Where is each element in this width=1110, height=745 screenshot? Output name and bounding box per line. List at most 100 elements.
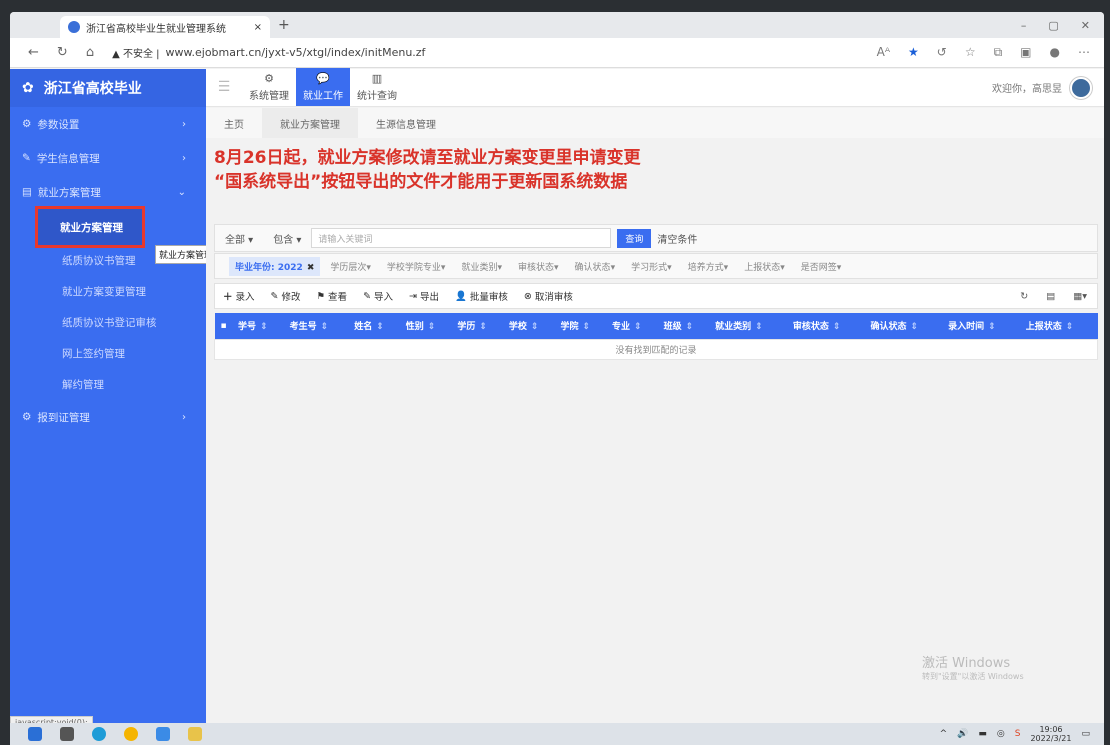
read-aloud-icon[interactable]: Aᴬ <box>877 45 890 60</box>
batch-review-button[interactable]: 👤 批量审核 <box>447 289 516 304</box>
column-header[interactable]: 审核状态 ⇕ <box>786 313 865 339</box>
filter-employment-type[interactable]: 就业类别▾ <box>461 260 502 273</box>
filter-education-level[interactable]: 学历层次▾ <box>330 260 371 273</box>
match-mode-dropdown[interactable]: 包含 ▾ <box>263 231 311 246</box>
filter-online-sign[interactable]: 是否网签▾ <box>801 260 842 273</box>
graduation-year-chip[interactable]: 毕业年份: 2022 ✖ <box>229 256 321 276</box>
column-header[interactable]: 性别 ⇕ <box>399 313 452 339</box>
sidebar: ✿ 浙江省高校毕业 ⚙ 参数设置 › ✎ 学生信息管理 › ▤ 就业方案管理 ⌄… <box>10 69 206 729</box>
collections-icon[interactable]: ⧉ <box>994 45 1003 60</box>
folder-icon[interactable] <box>188 727 202 741</box>
maximize-icon[interactable]: ▢ <box>1048 19 1058 32</box>
tray-chevron-icon[interactable]: ^ <box>940 729 948 739</box>
column-header[interactable]: 姓名 ⇕ <box>348 313 400 339</box>
sidebar-subitem-employment-plan[interactable]: 就业方案管理 <box>35 206 145 248</box>
column-header[interactable]: 专业 ⇕ <box>606 313 658 339</box>
tab-source-info[interactable]: 生源信息管理 <box>358 108 454 138</box>
filter-school-major[interactable]: 学校学院专业▾ <box>387 260 446 273</box>
volume-icon[interactable]: 🔊 <box>957 729 968 739</box>
remove-chip-icon[interactable]: ✖ <box>307 263 315 273</box>
topnav-system[interactable]: ⚙ 系统管理 <box>242 68 296 106</box>
security-warning[interactable]: ▲ 不安全 | <box>112 45 159 60</box>
search-input[interactable]: 请输入关键词 <box>311 228 612 248</box>
favorites-icon[interactable]: ☆ <box>965 45 976 60</box>
export-button[interactable]: ⇥ 导出 <box>401 289 447 304</box>
refresh-table-icon[interactable]: ↻ <box>1020 291 1028 302</box>
import-button[interactable]: ✎ 导入 <box>355 289 401 304</box>
scope-dropdown[interactable]: 全部 ▾ <box>215 231 263 246</box>
settings-icon[interactable] <box>60 727 74 741</box>
welcome-text: 欢迎你，高思昱 <box>992 84 1062 95</box>
refresh-page-icon[interactable]: ↺ <box>937 45 947 60</box>
clear-conditions-button[interactable]: 清空条件 <box>657 231 697 246</box>
empty-message: 没有找到匹配的记录 <box>214 338 1098 360</box>
favorite-star-icon[interactable]: ★ <box>908 45 919 60</box>
start-icon[interactable] <box>28 727 42 741</box>
sidebar-subitem-termination[interactable]: 解约管理 <box>10 369 206 400</box>
column-label: 上报状态 <box>1025 322 1062 333</box>
column-header[interactable]: 班级 ⇕ <box>657 313 710 339</box>
sidebar-item-params[interactable]: ⚙ 参数设置 › <box>10 107 206 141</box>
new-tab-icon[interactable]: + <box>278 17 290 33</box>
clock[interactable]: 19:06 2022/3/21 <box>1030 725 1071 743</box>
sidebar-item-label: 参数设置 <box>37 118 80 131</box>
more-icon[interactable]: ⋯ <box>1078 45 1090 60</box>
column-label: 学校 <box>508 322 527 333</box>
antivirus-icon[interactable]: S <box>1015 729 1021 739</box>
columns-icon[interactable]: ▦▾ <box>1073 291 1087 302</box>
column-header[interactable]: 学号 ⇕ <box>232 313 284 339</box>
import-icon: ✎ <box>363 290 372 302</box>
column-header[interactable]: 确认状态 ⇕ <box>864 313 943 339</box>
sidebar-item-student-info[interactable]: ✎ 学生信息管理 › <box>10 141 206 175</box>
home-icon[interactable]: ⌂ <box>86 45 94 60</box>
filter-study-form[interactable]: 学习形式▾ <box>631 260 672 273</box>
query-button[interactable]: 查询 <box>617 228 652 248</box>
column-header[interactable]: 录入时间 ⇕ <box>942 313 1020 339</box>
cancel-review-button[interactable]: ⊗ 取消审核 <box>516 289 581 304</box>
sidebar-subitem-agreement-review[interactable]: 纸质协议书登记审核 <box>10 307 206 338</box>
toggle-view-icon[interactable]: ▤ <box>1046 291 1055 302</box>
filter-report-status[interactable]: 上报状态▾ <box>744 260 785 273</box>
profile-icon[interactable]: ● <box>1050 45 1060 60</box>
url-field[interactable]: www.ejobmart.cn/jyxt-v5/xtgl/index/initM… <box>166 46 426 59</box>
notification-icon[interactable]: ▭ <box>1081 729 1090 739</box>
button-label: 查看 <box>328 292 348 303</box>
column-header[interactable]: 学校 ⇕ <box>502 313 555 339</box>
close-tab-icon[interactable]: × <box>254 22 262 33</box>
topnav-statistics[interactable]: ▥ 统计查询 <box>350 68 404 106</box>
menu-toggle-icon[interactable]: ☰ <box>206 68 242 106</box>
tab-employment-plan[interactable]: 就业方案管理 <box>262 108 358 138</box>
edit-button[interactable]: ✎ 修改 <box>263 289 309 304</box>
avatar[interactable] <box>1070 76 1092 99</box>
select-all-checkbox[interactable]: ▪ <box>214 313 233 339</box>
filter-training-mode[interactable]: 培养方式▾ <box>688 260 729 273</box>
minimize-icon[interactable]: – <box>1021 19 1027 32</box>
sidebar-subitem-online-signing[interactable]: 网上签约管理 <box>10 338 206 369</box>
column-header[interactable]: 考生号 ⇕ <box>283 313 349 339</box>
back-icon[interactable]: ← <box>28 45 39 60</box>
sidebar-item-employment-plan[interactable]: ▤ 就业方案管理 ⌄ <box>10 175 206 209</box>
battery-icon[interactable]: ▬ <box>978 729 987 739</box>
sidebar-item-report-card[interactable]: ⚙ 报到证管理 › <box>10 400 206 434</box>
extensions-icon[interactable]: ▣ <box>1020 45 1031 60</box>
close-window-icon[interactable]: ✕ <box>1081 19 1090 32</box>
filter-confirm-status[interactable]: 确认状态▾ <box>575 260 616 273</box>
browser-icon[interactable] <box>156 727 170 741</box>
network-icon[interactable]: ◎ <box>997 729 1005 739</box>
sidebar-subitem-plan-change[interactable]: 就业方案变更管理 <box>10 276 206 307</box>
browser-tab[interactable]: 浙江省高校毕业生就业管理系统 × <box>60 16 270 38</box>
filter-review-status[interactable]: 审核状态▾ <box>518 260 559 273</box>
browser-window: 浙江省高校毕业生就业管理系统 × + – ▢ ✕ ← ↻ ⌂ ▲ 不安全 | w… <box>10 12 1104 745</box>
chrome-icon[interactable] <box>124 727 138 741</box>
refresh-icon[interactable]: ↻ <box>57 45 68 60</box>
add-button[interactable]: ＋录入 <box>215 289 263 303</box>
column-header[interactable]: 学院 ⇕ <box>554 313 607 339</box>
tab-home[interactable]: 主页 <box>206 108 262 138</box>
topnav-employment[interactable]: 💬 就业工作 <box>296 68 350 106</box>
edge-icon[interactable] <box>92 727 106 741</box>
column-header[interactable]: 学历 ⇕ <box>451 313 503 339</box>
column-header[interactable]: 上报状态 ⇕ <box>1019 313 1098 339</box>
column-header[interactable]: 就业类别 ⇕ <box>709 313 787 339</box>
sidebar-item-label: 学生信息管理 <box>36 152 100 165</box>
view-button[interactable]: ⚑ 查看 <box>309 289 356 304</box>
